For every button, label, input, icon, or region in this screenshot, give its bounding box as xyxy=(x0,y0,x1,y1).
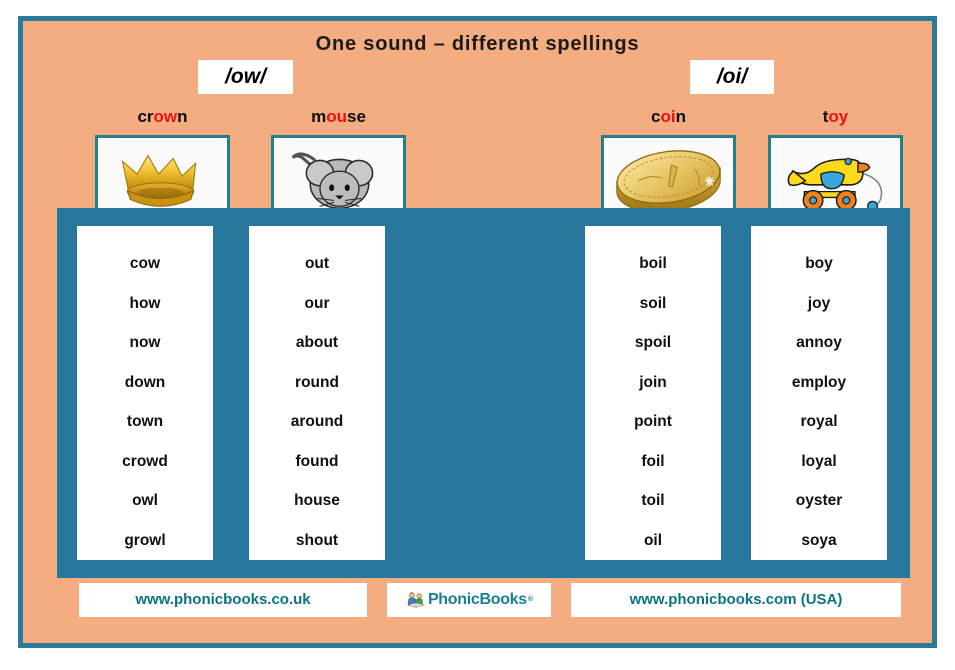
phonicbooks-logo-text: PhonicBooks xyxy=(427,591,527,608)
word-item: spoil xyxy=(634,334,672,351)
registered-mark: ® xyxy=(527,596,534,603)
word-item: loyal xyxy=(801,452,837,470)
word-item: employ xyxy=(791,373,847,391)
heading-toy-grapheme: oy xyxy=(828,107,849,126)
phonicbooks-logo[interactable]: PhonicBooks ® xyxy=(387,583,551,617)
word-item: found xyxy=(295,452,339,470)
word-item: owl xyxy=(132,492,158,509)
word-item: about xyxy=(295,334,339,351)
word-item: oil xyxy=(643,531,663,549)
picture-box-mouse xyxy=(271,135,406,219)
mouse-icon xyxy=(291,152,374,209)
heading-crown-grapheme: ow xyxy=(153,107,178,126)
picture-box-crown xyxy=(95,135,230,219)
word-item: our xyxy=(304,294,330,312)
word-item: oyster xyxy=(795,492,843,509)
word-item: round xyxy=(295,373,339,391)
phoneme-tag-oi: /oi/ xyxy=(690,60,774,94)
reading-child-icon xyxy=(405,590,427,610)
word-item: shout xyxy=(295,531,339,549)
word-item: down xyxy=(124,373,166,391)
word-item: joy xyxy=(807,294,831,312)
word-item: join xyxy=(639,373,667,391)
word-item: soil xyxy=(639,294,667,312)
heading-coin-grapheme: oi xyxy=(660,107,676,126)
word-item: toil xyxy=(641,492,665,509)
word-item: soya xyxy=(801,531,837,549)
heading-mouse-pre: m xyxy=(311,107,327,126)
word-item: cow xyxy=(129,255,161,272)
word-item: annoy xyxy=(796,334,842,351)
word-item: house xyxy=(294,492,340,509)
heading-mouse: mouse xyxy=(271,107,406,127)
heading-crown-post: n xyxy=(177,107,188,126)
word-column-oy: boy joy annoy employ royal loyal oyster … xyxy=(751,226,887,560)
word-item: royal xyxy=(800,413,838,430)
word-column-ow: cow how now down town crowd owl growl xyxy=(77,226,213,560)
heading-coin: coin xyxy=(601,107,736,127)
word-item: how xyxy=(129,294,161,312)
poster: One sound – different spellings /ow/ /oi… xyxy=(18,16,937,648)
coin-icon xyxy=(616,150,721,213)
usa-website-link[interactable]: www.phonicbooks.com (USA) xyxy=(571,583,901,617)
phoneme-tag-ow: /ow/ xyxy=(198,60,293,94)
heading-mouse-post: se xyxy=(346,107,366,126)
word-lists-panel: cow how now down town crowd owl growl ou… xyxy=(57,208,910,578)
heading-coin-post: n xyxy=(675,107,686,126)
heading-crown: crown xyxy=(95,107,230,127)
page-title: One sound – different spellings xyxy=(315,33,640,55)
picture-box-toy xyxy=(768,135,903,219)
word-item: around xyxy=(290,413,344,430)
word-item: out xyxy=(304,255,330,272)
heading-toy: toy xyxy=(768,107,903,127)
heading-crown-pre: cr xyxy=(137,107,154,126)
word-item: growl xyxy=(124,531,166,549)
word-item: now xyxy=(129,334,161,351)
heading-mouse-grapheme: ou xyxy=(326,107,347,126)
picture-box-coin xyxy=(601,135,736,219)
toy-duck-icon xyxy=(787,157,883,212)
word-item: boil xyxy=(639,255,667,272)
uk-website-link[interactable]: www.phonicbooks.co.uk xyxy=(79,583,367,617)
word-column-ou: out our about round around found house s… xyxy=(249,226,385,560)
word-item: town xyxy=(126,413,164,430)
word-item: crowd xyxy=(122,452,168,470)
crown-icon xyxy=(121,154,197,207)
word-item: boy xyxy=(805,255,833,272)
word-item: foil xyxy=(641,452,665,470)
word-item: point xyxy=(634,413,672,430)
word-column-oi: boil soil spoil join point foil toil oil xyxy=(585,226,721,560)
